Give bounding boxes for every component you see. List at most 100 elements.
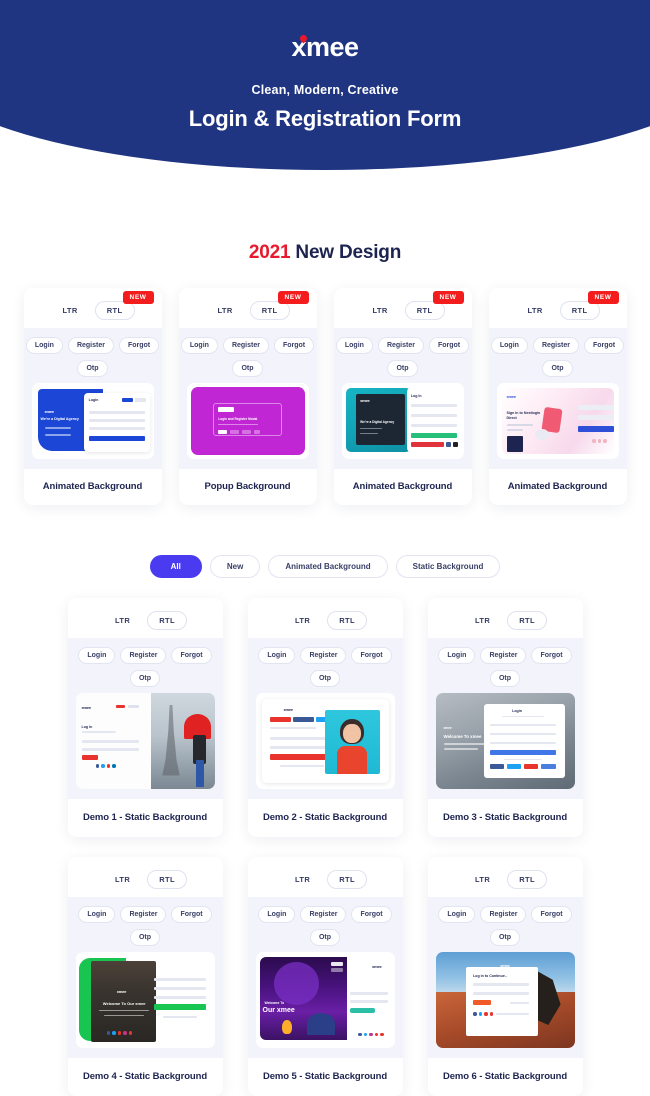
link-register[interactable]: Register xyxy=(120,906,167,923)
link-register[interactable]: Register xyxy=(300,647,347,664)
tab-ltr[interactable]: LTR xyxy=(515,301,554,320)
preview-social-btn xyxy=(452,442,458,447)
link-forgot[interactable]: Forgot xyxy=(351,906,392,923)
filter-new[interactable]: New xyxy=(209,555,261,578)
link-register[interactable]: Register xyxy=(67,337,114,354)
design-card[interactable]: NEW LTR RTL Login Register Forgot Otp xm… xyxy=(23,288,162,505)
tab-ltr[interactable]: LTR xyxy=(283,870,322,889)
link-login[interactable]: Login xyxy=(25,337,63,354)
link-login[interactable]: Login xyxy=(78,647,116,664)
demo-card[interactable]: LTR RTL Login Register Forgot Otp xmee W… xyxy=(67,857,223,1096)
preview-thumbnail[interactable]: xmee Welcome To Our xmee xyxy=(75,952,215,1048)
card-caption: Demo 6 - Static Background xyxy=(427,1058,583,1096)
link-register[interactable]: Register xyxy=(480,647,527,664)
preview-thumbnail[interactable]: xmee Log in to Continue.. xyxy=(435,952,575,1048)
link-register[interactable]: Register xyxy=(377,337,424,354)
demo-card[interactable]: LTR RTL Login Register Forgot Otp xmee xyxy=(67,598,223,837)
portrait-face xyxy=(343,724,361,744)
link-forgot[interactable]: Forgot xyxy=(118,337,160,354)
tab-ltr[interactable]: LTR xyxy=(103,870,142,889)
link-register[interactable]: Register xyxy=(532,337,579,354)
link-register[interactable]: Register xyxy=(222,337,269,354)
tab-ltr[interactable]: LTR xyxy=(283,611,322,630)
tab-rtl[interactable]: RTL xyxy=(507,870,547,889)
link-login[interactable]: Login xyxy=(438,906,476,923)
link-otp[interactable]: Otp xyxy=(129,929,161,946)
link-otp[interactable]: Otp xyxy=(309,670,341,687)
link-otp[interactable]: Otp xyxy=(489,670,521,687)
page-links-row: Login Register Forgot xyxy=(436,647,575,664)
tab-ltr[interactable]: LTR xyxy=(463,870,502,889)
preview-line xyxy=(506,429,523,431)
tab-rtl[interactable]: RTL xyxy=(327,611,367,630)
link-otp[interactable]: Otp xyxy=(387,360,418,377)
preview-eyebrow: Welcome To xyxy=(264,1001,285,1005)
link-login[interactable]: Login xyxy=(335,337,373,354)
preview-thumbnail[interactable]: Welcome To Our xmee xmee xyxy=(255,952,395,1048)
preview-thumbnail[interactable]: xmee Log In xyxy=(75,693,215,789)
filter-all[interactable]: All xyxy=(149,555,202,578)
link-otp[interactable]: Otp xyxy=(489,929,521,946)
design-card[interactable]: NEW LTR RTL Login Register Forgot Otp Lo… xyxy=(178,288,317,505)
demo-card[interactable]: LTR RTL Login Register Forgot Otp xmee W… xyxy=(427,598,583,837)
tab-rtl[interactable]: RTL xyxy=(507,611,547,630)
card-caption: Animated Background xyxy=(488,469,627,505)
link-login[interactable]: Login xyxy=(258,647,296,664)
design-card[interactable]: NEW LTR RTL Login Register Forgot Otp xm… xyxy=(488,288,627,505)
preview-input xyxy=(577,415,614,420)
filter-animated-background[interactable]: Animated Background xyxy=(268,555,388,578)
tab-ltr[interactable]: LTR xyxy=(205,301,244,320)
link-otp[interactable]: Otp xyxy=(309,929,341,946)
link-login[interactable]: Login xyxy=(490,337,528,354)
link-register[interactable]: Register xyxy=(300,906,347,923)
link-register[interactable]: Register xyxy=(120,647,167,664)
link-otp[interactable]: Otp xyxy=(129,670,161,687)
filter-static-background[interactable]: Static Background xyxy=(395,555,501,578)
card-caption: Animated Background xyxy=(23,469,162,505)
link-forgot[interactable]: Forgot xyxy=(171,906,212,923)
link-forgot[interactable]: Forgot xyxy=(273,337,315,354)
link-login[interactable]: Login xyxy=(258,906,296,923)
tab-ltr[interactable]: LTR xyxy=(360,301,399,320)
preview-submit xyxy=(410,433,457,438)
link-forgot[interactable]: Forgot xyxy=(531,906,572,923)
preview-btn xyxy=(331,962,344,966)
link-register[interactable]: Register xyxy=(480,906,527,923)
tab-ltr[interactable]: LTR xyxy=(103,611,142,630)
link-forgot[interactable]: Forgot xyxy=(428,337,470,354)
preview-thumbnail[interactable]: xmee We're a Digital Agency Login xyxy=(31,383,154,459)
link-forgot[interactable]: Forgot xyxy=(583,337,625,354)
design-card[interactable]: NEW LTR RTL Login Register Forgot Otp xm… xyxy=(333,288,472,505)
preview-thumbnail[interactable]: Login and Register Modal xyxy=(186,383,309,459)
link-forgot[interactable]: Forgot xyxy=(351,647,392,664)
page-links-row: Login Register Forgot xyxy=(76,906,215,923)
preview-thumbnail[interactable]: xmee We're a Digital Agency Log In xyxy=(341,383,464,459)
link-login[interactable]: Login xyxy=(78,906,116,923)
demo-card[interactable]: LTR RTL Login Register Forgot Otp Welcom… xyxy=(247,857,403,1096)
preview-thumbnail[interactable]: xmee Welcome To xmee Login xyxy=(435,693,575,789)
link-otp[interactable]: Otp xyxy=(77,360,108,377)
card-caption: Demo 4 - Static Background xyxy=(67,1058,223,1096)
tab-rtl[interactable]: RTL xyxy=(147,611,187,630)
preview-thumbnail[interactable]: xmee xyxy=(255,693,395,789)
link-otp[interactable]: Otp xyxy=(232,360,263,377)
preview-photo: Welcome To Our xmee xyxy=(259,957,348,1040)
portrait-top xyxy=(336,745,368,774)
tab-rtl[interactable]: RTL xyxy=(147,870,187,889)
link-forgot[interactable]: Forgot xyxy=(531,647,572,664)
direction-tabs: LTR RTL xyxy=(427,598,583,638)
tab-ltr[interactable]: LTR xyxy=(50,301,89,320)
link-forgot[interactable]: Forgot xyxy=(171,647,212,664)
link-login[interactable]: Login xyxy=(180,337,218,354)
page-links-row: Login Register Forgot xyxy=(335,337,470,354)
demo-card[interactable]: LTR RTL Login Register Forgot Otp xmee xyxy=(247,598,403,837)
page-links-row-2: Otp xyxy=(256,670,395,687)
preview-thumbnail[interactable]: xmee Sign in to Nextlogin Direct xyxy=(496,383,619,459)
link-login[interactable]: Login xyxy=(438,647,476,664)
link-otp[interactable]: Otp xyxy=(542,360,573,377)
tab-ltr[interactable]: LTR xyxy=(463,611,502,630)
preview-form-title: Log In xyxy=(410,394,422,398)
demo-card[interactable]: LTR RTL Login Register Forgot Otp xmee L… xyxy=(427,857,583,1096)
tab-rtl[interactable]: RTL xyxy=(327,870,367,889)
preview-input xyxy=(577,405,614,410)
